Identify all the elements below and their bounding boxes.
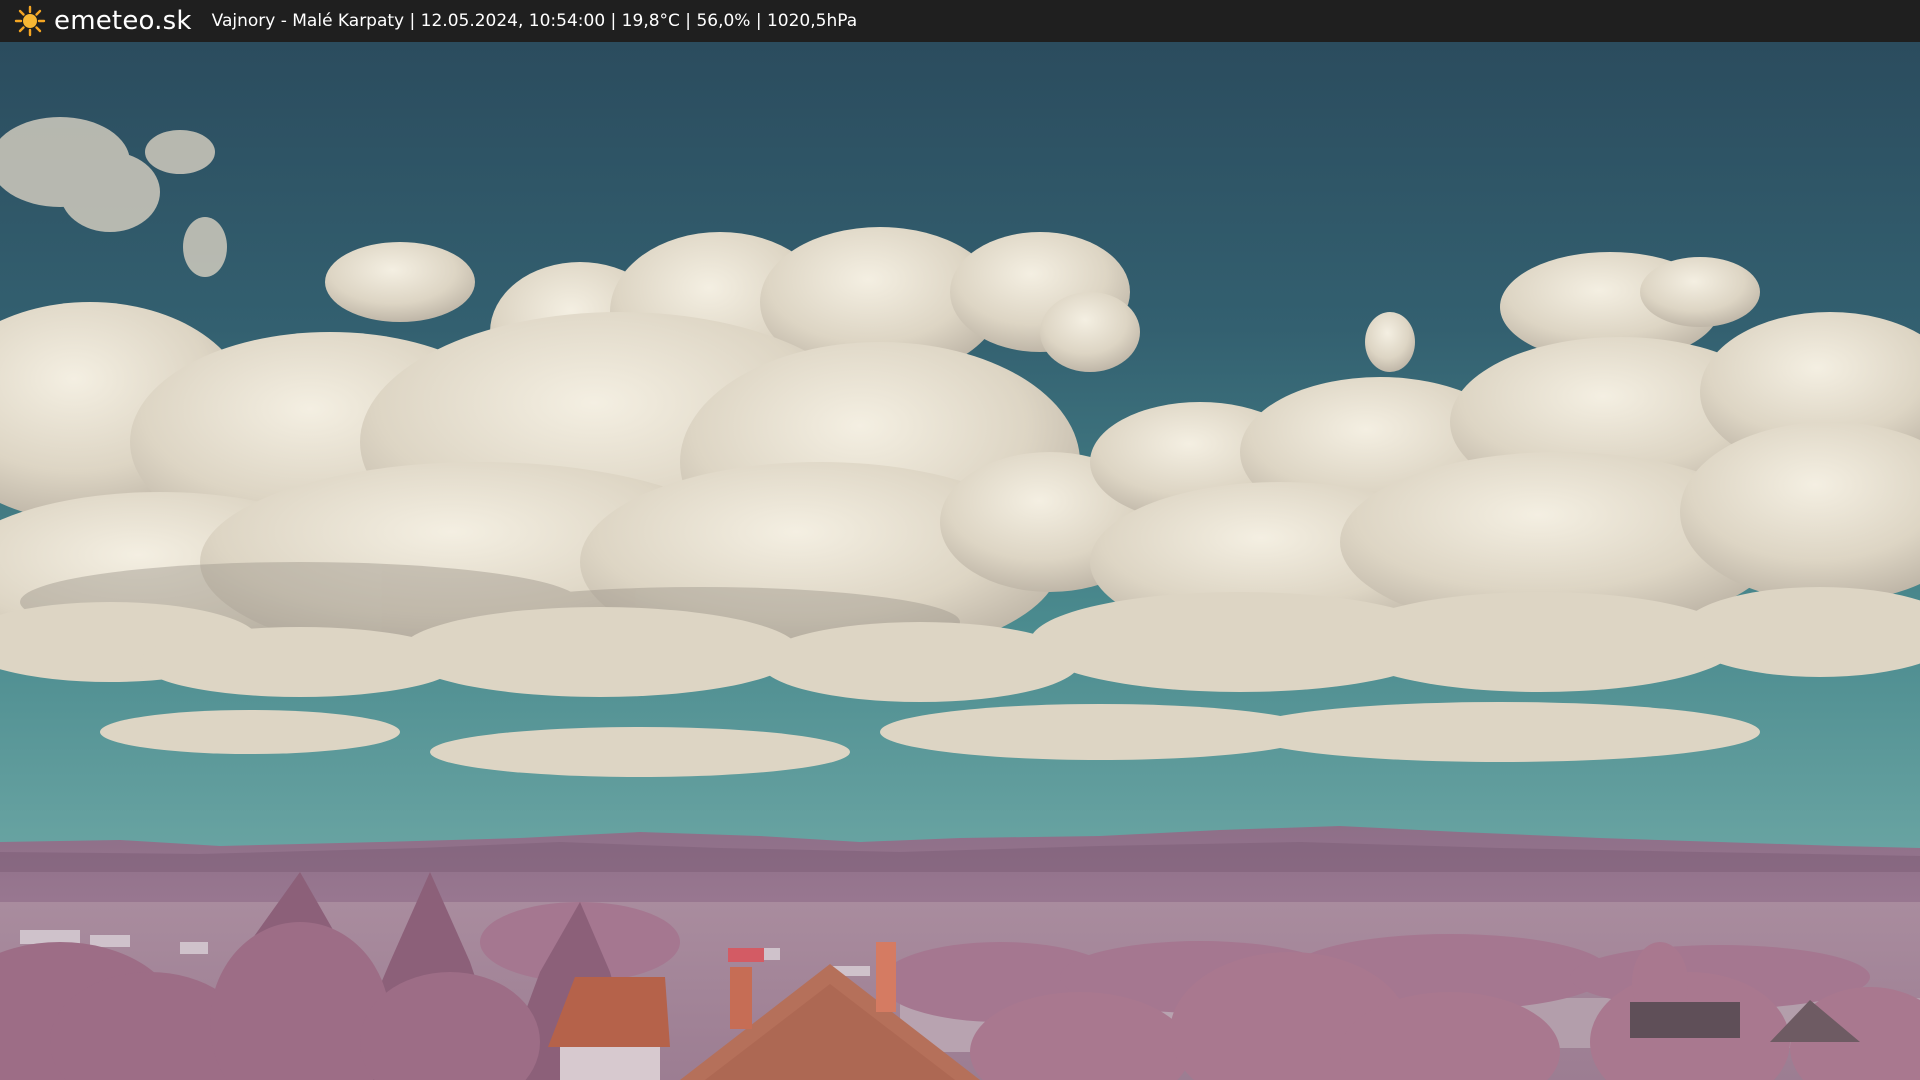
top-caption-bar: emeteo.sk Vajnory - Malé Karpaty | 12.05… xyxy=(0,0,1920,42)
webcam-caption: Vajnory - Malé Karpaty | 12.05.2024, 10:… xyxy=(211,11,858,31)
webcam-image xyxy=(0,42,1920,1080)
red-building xyxy=(728,948,764,962)
sun-icon xyxy=(14,5,46,37)
brand-logo-text: emeteo.sk xyxy=(54,6,192,36)
